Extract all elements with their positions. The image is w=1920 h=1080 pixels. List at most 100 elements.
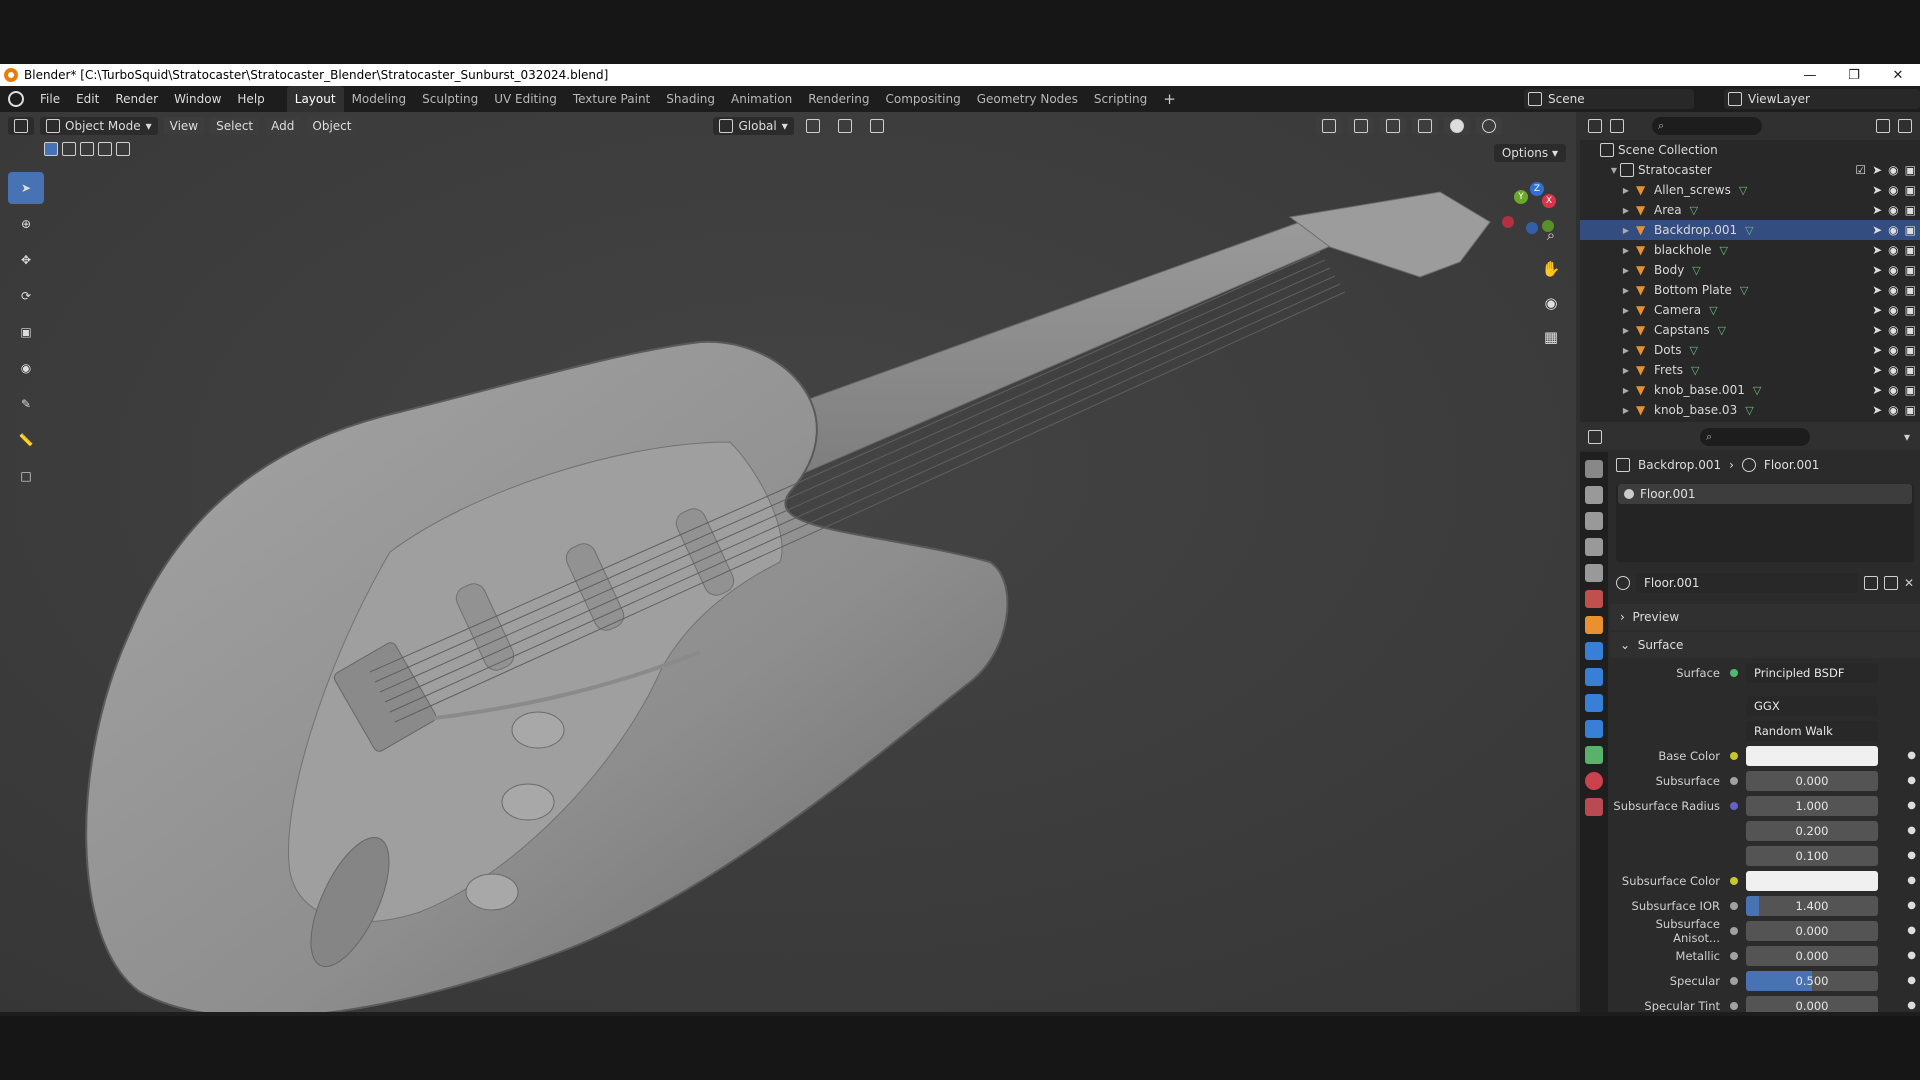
select-intersect-icon[interactable] bbox=[116, 142, 130, 156]
menu-help[interactable]: Help bbox=[229, 86, 272, 112]
camera-view-icon[interactable]: ◉ bbox=[1538, 290, 1564, 316]
menu-file[interactable]: File bbox=[32, 86, 68, 112]
select-icon[interactable]: ➤ bbox=[1872, 383, 1882, 397]
tab-sculpting[interactable]: Sculpting bbox=[414, 86, 486, 112]
tab-geometry-nodes[interactable]: Geometry Nodes bbox=[969, 86, 1086, 112]
transform-tool[interactable]: ◉ bbox=[8, 352, 44, 384]
gizmo-x-axis[interactable]: X bbox=[1542, 194, 1556, 208]
display-mode-icon[interactable] bbox=[1610, 119, 1624, 133]
eye-icon[interactable]: ◉ bbox=[1888, 183, 1898, 197]
expand-triangle-icon[interactable]: ▶ bbox=[1620, 406, 1632, 415]
add-workspace-button[interactable]: + bbox=[1155, 86, 1184, 112]
keyframe-dot-icon[interactable]: ● bbox=[1907, 775, 1916, 786]
camera-icon[interactable]: ▣ bbox=[1905, 363, 1916, 377]
camera-icon[interactable]: ▣ bbox=[1905, 343, 1916, 357]
annotate-tool[interactable]: ✎ bbox=[8, 388, 44, 420]
properties-editor-icon[interactable] bbox=[1588, 430, 1602, 444]
tab-layout[interactable]: Layout bbox=[286, 86, 344, 112]
expand-triangle-icon[interactable]: ▶ bbox=[1620, 226, 1632, 235]
select-icon[interactable]: ➤ bbox=[1872, 203, 1882, 217]
eye-icon[interactable]: ◉ bbox=[1888, 263, 1898, 277]
outliner-item[interactable]: ▶ ▼ Area ▽ ➤ ◉ ▣ bbox=[1580, 200, 1920, 220]
texture-tab-icon[interactable] bbox=[1585, 798, 1603, 816]
outliner-item[interactable]: ▶ ▼ Capstans ▽ ➤ ◉ ▣ bbox=[1580, 320, 1920, 340]
keyframe-dot-icon[interactable]: ● bbox=[1907, 1000, 1916, 1011]
mode-selector[interactable]: Object Mode ▾ bbox=[40, 117, 158, 135]
select-icon[interactable]: ➤ bbox=[1872, 403, 1882, 417]
tab-uv-editing[interactable]: UV Editing bbox=[486, 86, 565, 112]
material-slot-item[interactable]: Floor.001 bbox=[1618, 484, 1912, 504]
select-icon[interactable]: ➤ bbox=[1872, 263, 1882, 277]
camera-icon[interactable]: ▣ bbox=[1905, 303, 1916, 317]
numeric-field[interactable]: 1.400 bbox=[1746, 895, 1878, 916]
color-swatch[interactable] bbox=[1746, 870, 1878, 891]
shading-solid-button[interactable] bbox=[1443, 117, 1470, 135]
tab-modeling[interactable]: Modeling bbox=[344, 86, 415, 112]
numeric-field[interactable]: 0.100 bbox=[1746, 845, 1878, 866]
rotate-tool[interactable]: ⟳ bbox=[8, 280, 44, 312]
camera-icon[interactable]: ▣ bbox=[1905, 243, 1916, 257]
eye-icon[interactable]: ◉ bbox=[1888, 343, 1898, 357]
eye-icon[interactable]: ◉ bbox=[1888, 303, 1898, 317]
eye-icon[interactable]: ◉ bbox=[1888, 403, 1898, 417]
numeric-field[interactable]: 0.000 bbox=[1746, 945, 1878, 966]
expand-triangle-icon[interactable]: ▶ bbox=[1620, 366, 1632, 375]
particles-tab-icon[interactable] bbox=[1585, 668, 1603, 686]
keyframe-dot-icon[interactable]: ● bbox=[1907, 975, 1916, 986]
expand-triangle-icon[interactable]: ▶ bbox=[1620, 286, 1632, 295]
visibility-button[interactable] bbox=[1315, 117, 1342, 135]
xray-toggle[interactable] bbox=[1411, 117, 1438, 135]
select-icon[interactable]: ➤ bbox=[1872, 223, 1882, 237]
numeric-field[interactable]: 0.500 bbox=[1746, 970, 1878, 991]
scene-selector[interactable]: Scene bbox=[1524, 89, 1694, 109]
view-layer-tab-icon[interactable] bbox=[1585, 538, 1603, 556]
pan-hand-icon[interactable]: ✋ bbox=[1538, 256, 1564, 282]
camera-icon[interactable]: ▣ bbox=[1905, 163, 1916, 177]
measure-tool[interactable]: 📏 bbox=[8, 424, 44, 456]
object-tab-icon[interactable] bbox=[1585, 616, 1603, 634]
properties-search-input[interactable]: ⌕ bbox=[1700, 428, 1810, 446]
expand-triangle-icon[interactable]: ▶ bbox=[1620, 246, 1632, 255]
constraints-tab-icon[interactable] bbox=[1585, 720, 1603, 738]
expand-triangle-icon[interactable]: ▶ bbox=[1620, 306, 1632, 315]
expand-triangle-icon[interactable]: ▶ bbox=[1620, 326, 1632, 335]
select-icon[interactable]: ➤ bbox=[1872, 323, 1882, 337]
close-button[interactable]: ✕ bbox=[1876, 64, 1920, 86]
eye-icon[interactable]: ◉ bbox=[1888, 383, 1898, 397]
eye-icon[interactable]: ◉ bbox=[1888, 323, 1898, 337]
unlink-icon[interactable]: ✕ bbox=[1904, 576, 1914, 590]
camera-icon[interactable]: ▣ bbox=[1905, 183, 1916, 197]
add-cube-tool[interactable]: □ bbox=[8, 460, 44, 492]
outliner-item[interactable]: ▶ ▼ Camera ▽ ➤ ◉ ▣ bbox=[1580, 300, 1920, 320]
view-menu[interactable]: View bbox=[163, 117, 205, 135]
eye-icon[interactable]: ◉ bbox=[1888, 223, 1898, 237]
outliner-item[interactable]: ▶ ▼ Body ▽ ➤ ◉ ▣ bbox=[1580, 260, 1920, 280]
menu-render[interactable]: Render bbox=[107, 86, 166, 112]
numeric-field[interactable]: 0.200 bbox=[1746, 820, 1878, 841]
select-icon[interactable]: ➤ bbox=[1872, 283, 1882, 297]
preview-panel-header[interactable]: › Preview bbox=[1610, 604, 1920, 630]
select-box-tool[interactable]: ➤ bbox=[8, 172, 44, 204]
select-icon[interactable]: ➤ bbox=[1872, 183, 1882, 197]
world-tab-icon[interactable] bbox=[1585, 590, 1603, 608]
select-subtract-icon[interactable] bbox=[80, 142, 94, 156]
select-icon[interactable]: ➤ bbox=[1872, 163, 1882, 177]
eye-icon[interactable]: ◉ bbox=[1888, 363, 1898, 377]
eye-icon[interactable]: ◉ bbox=[1888, 163, 1898, 177]
collection-row-stratocaster[interactable]: ▼ Stratocaster ☑ ➤ ◉ ▣ bbox=[1580, 160, 1920, 180]
new-collection-icon[interactable] bbox=[1898, 119, 1912, 133]
surface-shader-field[interactable]: Principled BSDF bbox=[1746, 662, 1878, 683]
camera-icon[interactable]: ▣ bbox=[1905, 323, 1916, 337]
material-tab-icon[interactable] bbox=[1585, 772, 1603, 790]
tab-rendering[interactable]: Rendering bbox=[800, 86, 877, 112]
camera-icon[interactable]: ▣ bbox=[1905, 383, 1916, 397]
select-icon[interactable]: ➤ bbox=[1872, 363, 1882, 377]
tab-texture-paint[interactable]: Texture Paint bbox=[565, 86, 658, 112]
outliner-item[interactable]: ▶ ▼ Dots ▽ ➤ ◉ ▣ bbox=[1580, 340, 1920, 360]
add-menu[interactable]: Add bbox=[265, 117, 301, 135]
grid-perspective-icon[interactable]: ▦ bbox=[1538, 324, 1564, 350]
gizmo-neg-x[interactable] bbox=[1502, 216, 1514, 228]
outliner-item[interactable]: ▶ ▼ knob_base.001 ▽ ➤ ◉ ▣ bbox=[1580, 380, 1920, 400]
expand-triangle-icon[interactable]: ▶ bbox=[1620, 266, 1632, 275]
numeric-field[interactable]: 0.000 bbox=[1746, 920, 1878, 941]
